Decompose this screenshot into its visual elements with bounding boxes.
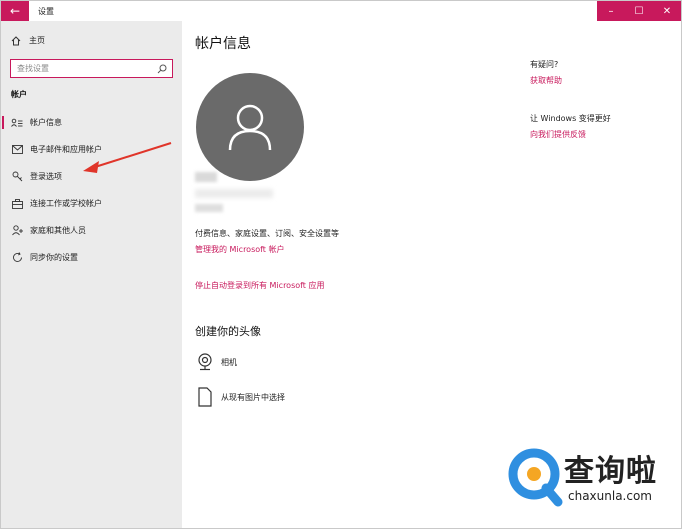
question-label: 有疑问? bbox=[530, 60, 559, 69]
watermark: 查询啦 chaxunla.com bbox=[506, 444, 678, 510]
account-info-text: 付费信息、家庭设置、订阅、安全设置等 bbox=[195, 229, 339, 238]
camera-label: 相机 bbox=[221, 357, 237, 367]
home-nav-item[interactable]: 主页 bbox=[11, 35, 45, 46]
sync-icon bbox=[11, 252, 23, 263]
watermark-text: 查询啦 bbox=[564, 454, 657, 489]
close-icon: ✕ bbox=[662, 5, 672, 17]
mail-icon bbox=[11, 145, 23, 154]
window-title: 设置 bbox=[38, 6, 54, 16]
sidebar-item-account-info[interactable]: 帐户信息 bbox=[1, 109, 182, 136]
arrow-left-icon: ← bbox=[9, 4, 21, 18]
back-button[interactable]: ← bbox=[1, 1, 29, 21]
sidebar-item-label: 家庭和其他人员 bbox=[30, 226, 86, 235]
settings-window: ← 设置 – ☐ ✕ 主页 帐户 帐户信息 bbox=[0, 0, 682, 529]
feedback-link[interactable]: 向我们提供反馈 bbox=[530, 129, 586, 140]
minimize-icon: – bbox=[608, 5, 614, 17]
blurred-username bbox=[195, 172, 217, 182]
maximize-button[interactable]: ☐ bbox=[625, 1, 653, 21]
manage-account-link[interactable]: 管理我的 Microsoft 帐户 bbox=[195, 244, 285, 255]
browse-label: 从现有图片中选择 bbox=[221, 392, 285, 402]
stop-auto-signin-link[interactable]: 停止自动登录到所有 Microsoft 应用 bbox=[195, 280, 325, 291]
briefcase-icon bbox=[11, 198, 23, 209]
window-controls: – ☐ ✕ bbox=[597, 1, 681, 21]
annotation-arrow bbox=[83, 142, 172, 173]
home-icon bbox=[11, 35, 21, 45]
sidebar-item-work-school[interactable]: 连接工作或学校帐户 bbox=[1, 190, 182, 217]
browse-picture-option[interactable]: 从现有图片中选择 bbox=[195, 387, 285, 407]
sidebar-item-label: 同步你的设置 bbox=[30, 253, 78, 262]
webcam-icon bbox=[195, 353, 215, 371]
watermark-url: chaxunla.com bbox=[568, 489, 652, 503]
search-box bbox=[10, 59, 173, 78]
search-icon[interactable] bbox=[157, 64, 167, 74]
document-icon bbox=[195, 387, 215, 407]
create-avatar-heading: 创建你的头像 bbox=[195, 325, 261, 338]
blurred-role bbox=[195, 204, 223, 212]
avatar bbox=[196, 73, 304, 181]
sidebar-item-label: 登录选项 bbox=[30, 172, 62, 181]
key-icon bbox=[11, 171, 23, 182]
sidebar: 主页 帐户 帐户信息 电子邮件和应用帐户 bbox=[1, 21, 182, 528]
person-icon bbox=[228, 104, 272, 151]
get-help-link[interactable]: 获取帮助 bbox=[530, 75, 562, 86]
person-add-icon bbox=[11, 225, 23, 236]
sidebar-item-sync[interactable]: 同步你的设置 bbox=[1, 244, 182, 271]
title-bar: ← 设置 – ☐ ✕ bbox=[1, 1, 681, 21]
maximize-icon: ☐ bbox=[634, 5, 644, 17]
search-input[interactable] bbox=[17, 64, 157, 73]
sidebar-item-label: 帐户信息 bbox=[30, 118, 62, 127]
camera-option[interactable]: 相机 bbox=[195, 353, 237, 371]
sidebar-nav: 帐户信息 电子邮件和应用帐户 登录选项 连接工作或学校帐户 家庭和其他人员 同步… bbox=[1, 109, 182, 271]
blurred-email bbox=[195, 189, 273, 198]
section-label: 帐户 bbox=[11, 90, 27, 99]
improve-windows-label: 让 Windows 变得更好 bbox=[530, 114, 611, 123]
sidebar-item-label: 连接工作或学校帐户 bbox=[30, 199, 102, 208]
close-button[interactable]: ✕ bbox=[653, 1, 681, 21]
minimize-button[interactable]: – bbox=[597, 1, 625, 21]
home-label: 主页 bbox=[29, 36, 45, 45]
sidebar-item-family[interactable]: 家庭和其他人员 bbox=[1, 217, 182, 244]
page-title: 帐户信息 bbox=[195, 36, 251, 52]
person-card-icon bbox=[11, 118, 23, 128]
watermark-logo-icon bbox=[508, 448, 563, 507]
